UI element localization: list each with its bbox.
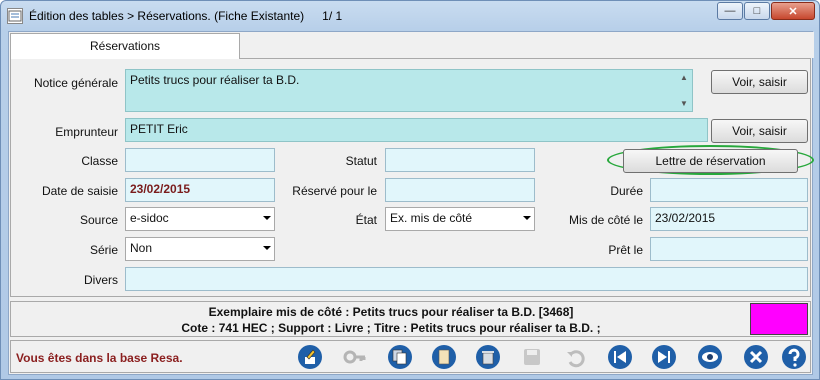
- close-window-button[interactable]: ✕: [771, 2, 815, 20]
- window-controls: — □ ✕: [717, 2, 815, 20]
- borrower-label: Emprunteur: [55, 125, 118, 139]
- duration-label: Durée: [610, 184, 643, 198]
- notice-view-button[interactable]: Voir, saisir: [711, 70, 808, 94]
- minimize-button[interactable]: —: [717, 2, 743, 20]
- state-value: Ex. mis de côté: [390, 211, 473, 225]
- misc-label: Divers: [83, 273, 118, 287]
- record-position: 1/ 1: [322, 9, 343, 23]
- undo-icon[interactable]: [563, 344, 589, 370]
- close-icon[interactable]: [743, 344, 769, 370]
- notice-scrollbar[interactable]: ▲ ▼: [677, 71, 691, 111]
- entry-date-label: Date de saisie: [41, 184, 118, 198]
- tab-strip: Réservations: [9, 32, 814, 59]
- status-bar: Vous êtes dans la base Resa.: [10, 340, 811, 373]
- class-label: Classe: [81, 154, 118, 168]
- reservation-form: Notice générale Petits trucs pour réalis…: [10, 58, 814, 297]
- trash-icon[interactable]: [475, 344, 501, 370]
- notice-value: Petits trucs pour réaliser ta B.D.: [130, 73, 300, 87]
- state-label: État: [355, 213, 377, 227]
- borrower-field[interactable]: PETIT Eric: [125, 118, 708, 142]
- class-field[interactable]: [125, 148, 275, 172]
- source-select[interactable]: e-sidoc: [125, 207, 275, 231]
- series-select[interactable]: Non: [125, 237, 275, 261]
- form-client-area: Réservations Notice générale Petits truc…: [8, 31, 814, 375]
- title-bar[interactable]: Édition des tables > Réservations. (Fich…: [1, 1, 819, 31]
- color-swatch: [750, 303, 808, 335]
- notice-label: Notice générale: [33, 76, 118, 90]
- tab-reservations[interactable]: Réservations: [10, 33, 240, 59]
- first-record-icon[interactable]: [607, 344, 633, 370]
- source-label: Source: [79, 213, 118, 227]
- entry-date-field[interactable]: 23/02/2015: [125, 178, 275, 202]
- loaned-label: Prêt le: [608, 243, 643, 257]
- state-select[interactable]: Ex. mis de côté: [385, 207, 535, 231]
- notice-field[interactable]: Petits trucs pour réaliser ta B.D. ▲ ▼: [125, 69, 693, 112]
- series-label: Série: [89, 243, 118, 257]
- info-line-2: Cote : 741 HEC ; Support : Livre ; Titre…: [181, 321, 601, 335]
- reserved-for-field[interactable]: [385, 178, 535, 202]
- status-message: Vous êtes dans la base Resa.: [16, 351, 183, 365]
- key-icon[interactable]: [341, 344, 367, 370]
- duration-field[interactable]: [650, 178, 808, 202]
- edit-icon[interactable]: [297, 344, 323, 370]
- reservation-letter-button[interactable]: Lettre de réservation: [623, 149, 798, 173]
- window-title-text: Édition des tables > Réservations. (Fich…: [29, 9, 305, 23]
- app-icon: [7, 8, 23, 24]
- status-field[interactable]: [385, 148, 535, 172]
- chevron-down-icon[interactable]: [262, 213, 272, 223]
- save-icon[interactable]: [519, 344, 545, 370]
- window-title: Édition des tables > Réservations. (Fich…: [29, 9, 342, 23]
- chevron-down-icon[interactable]: [262, 243, 272, 253]
- application-window: Édition des tables > Réservations. (Fich…: [0, 0, 820, 380]
- help-icon[interactable]: [781, 344, 807, 370]
- copy-icon[interactable]: [387, 344, 413, 370]
- scroll-up-icon[interactable]: ▲: [677, 71, 691, 85]
- set-aside-field[interactable]: 23/02/2015: [650, 207, 808, 231]
- info-line-1: Exemplaire mis de côté : Petits trucs po…: [208, 305, 574, 319]
- view-icon[interactable]: [697, 344, 723, 370]
- note-icon[interactable]: [431, 344, 457, 370]
- loaned-field[interactable]: [650, 237, 808, 261]
- set-aside-label: Mis de côté le: [568, 213, 643, 227]
- source-value: e-sidoc: [130, 211, 169, 225]
- maximize-button[interactable]: □: [744, 2, 770, 20]
- scroll-down-icon[interactable]: ▼: [677, 97, 691, 111]
- misc-field[interactable]: [125, 267, 808, 291]
- reserved-for-label: Réservé pour le: [292, 184, 377, 198]
- series-value: Non: [130, 241, 153, 255]
- chevron-down-icon[interactable]: [522, 213, 532, 223]
- status-label: Statut: [345, 154, 377, 168]
- borrower-view-button[interactable]: Voir, saisir: [711, 119, 808, 143]
- info-bar: Exemplaire mis de côté : Petits trucs po…: [10, 301, 811, 337]
- last-record-icon[interactable]: [651, 344, 677, 370]
